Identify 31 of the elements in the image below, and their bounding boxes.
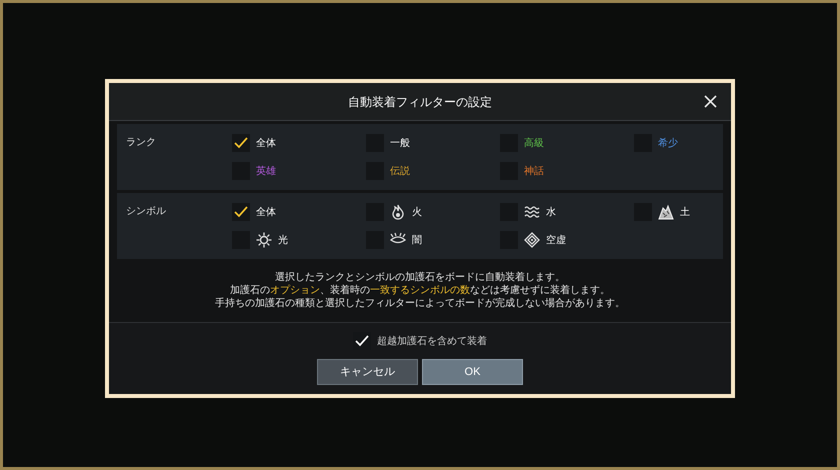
diamond-icon xyxy=(524,232,540,248)
sun-icon xyxy=(256,232,272,248)
dialog-title: 自動装着フィルターの設定 xyxy=(348,94,492,110)
option-label: 空虚 xyxy=(546,234,566,248)
option-label: 高級 xyxy=(524,136,544,150)
option-label: 火 xyxy=(412,206,422,220)
section-label: ランク xyxy=(126,136,157,150)
cancel-button[interactable]: キャンセル xyxy=(317,359,418,385)
option-label: 水 xyxy=(546,206,556,220)
checkbox[interactable] xyxy=(232,134,250,152)
option-label: 超越加護石を含めて装着 xyxy=(377,334,487,348)
option-label: 一般 xyxy=(390,136,410,150)
option-label: 英雄 xyxy=(256,164,276,178)
notice-text: 手持ちの加護石の種類と選択したフィルターによってボードが完成しない場合があります。 xyxy=(215,297,625,310)
option-label: 希少 xyxy=(658,136,678,150)
mountain-icon xyxy=(658,204,674,220)
option-label: 全体 xyxy=(256,206,276,220)
option-label: 全体 xyxy=(256,136,276,150)
waves-icon xyxy=(524,204,540,220)
option-label: 闇 xyxy=(412,234,422,248)
notice-text: 選択したランクとシンボルの加護石をボードに自動装着します。 xyxy=(275,271,565,284)
option-label: 神話 xyxy=(524,164,544,178)
checkbox[interactable] xyxy=(232,203,250,221)
section-label: シンボル xyxy=(126,205,167,219)
close-icon[interactable] xyxy=(704,95,717,108)
option-label: 伝説 xyxy=(390,164,410,178)
flame-icon xyxy=(390,204,406,220)
notice-text: 加護石のオプション、装着時の一致するシンボルの数などは考慮せずに装着します。 xyxy=(230,284,610,297)
ok-button[interactable]: OK xyxy=(422,359,523,385)
option-label: 土 xyxy=(680,206,690,220)
option-label: 光 xyxy=(278,234,288,248)
